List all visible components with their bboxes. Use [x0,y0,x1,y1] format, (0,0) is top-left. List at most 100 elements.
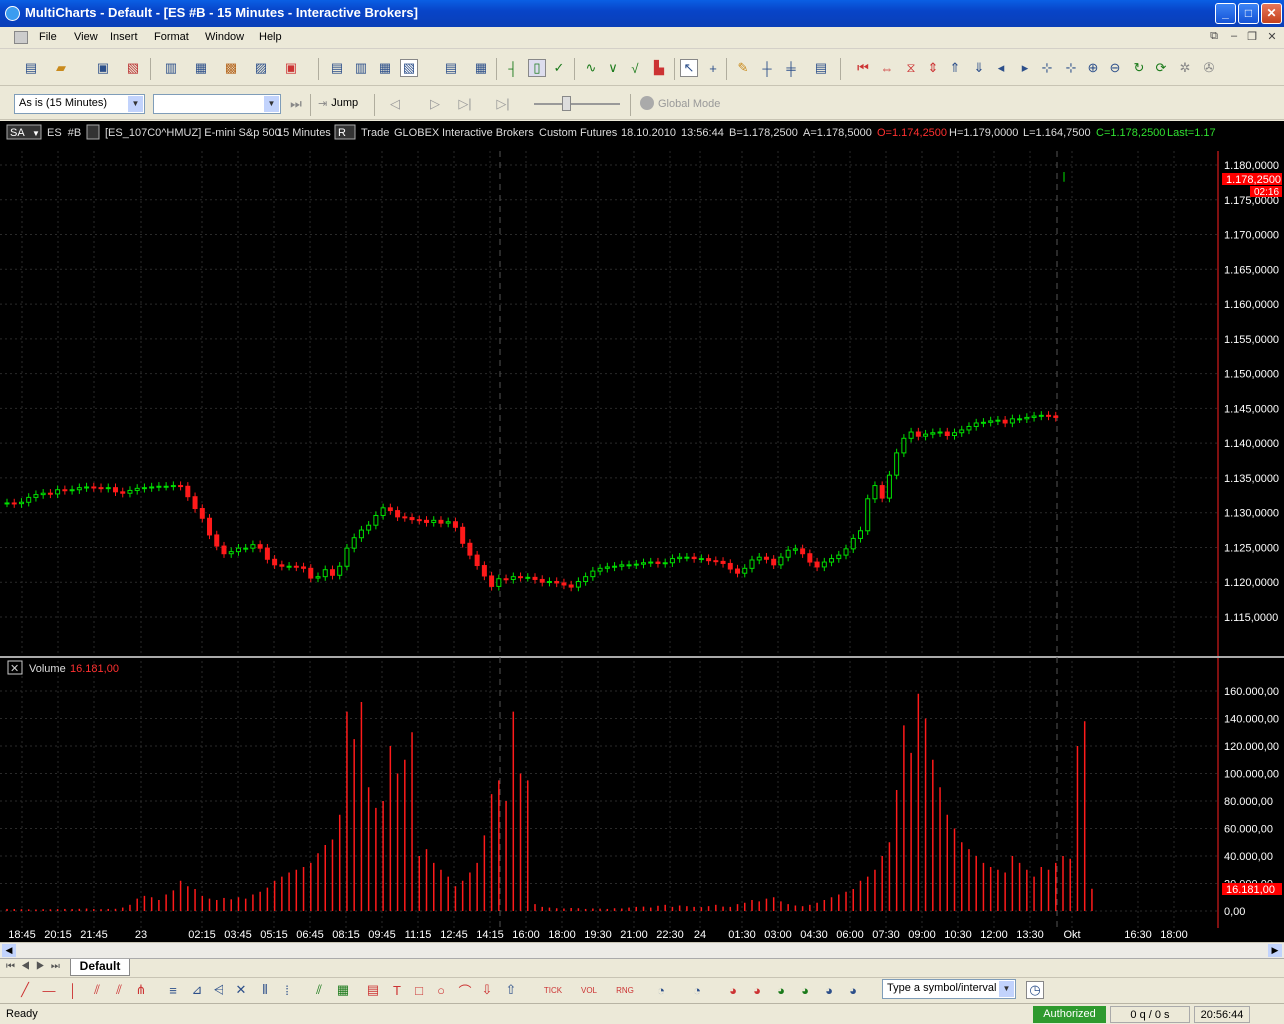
speed-line-icon[interactable]: ⩤ [210,981,228,999]
compress-icon[interactable]: ⊹ [1038,59,1056,77]
line-chart-icon[interactable]: ∿ [582,59,600,77]
horizontal-line-icon[interactable]: — [40,981,58,999]
tick-chart-icon[interactable]: TICK [544,981,562,999]
minimize-button[interactable]: _ [1215,3,1236,24]
fibonacci-icon[interactable]: ╪ [782,59,800,77]
time-zones-icon[interactable]: ⁞ [278,981,296,999]
step-forward-icon[interactable]: ▷| [456,95,474,113]
menu-insert[interactable]: Insert [110,31,138,43]
year-chart-icon[interactable]: ◕ [844,981,862,999]
hour-chart-icon[interactable]: ◕ [724,981,742,999]
jump-button[interactable]: ⇥ Jump [318,97,358,110]
maximize-doc-icon[interactable]: ❐ [1244,30,1260,45]
bar-chart-icon[interactable]: ┤ [504,59,522,77]
list-icon[interactable]: ▤ [812,59,830,77]
fib-fan-icon[interactable]: ⊿ [188,981,206,999]
trendline-icon[interactable]: ╱ [16,981,34,999]
kagi-icon[interactable]: √ [626,59,644,77]
text-icon[interactable]: T [388,981,406,999]
format-window-icon[interactable]: ▤ [328,59,346,77]
global-mode-label[interactable]: Global Mode [658,98,720,110]
scroll-up-icon[interactable]: ⇑ [946,59,964,77]
candle-chart-icon[interactable]: ▯ [528,59,546,77]
scroll-left-button[interactable]: ◀ [2,944,16,957]
zoom-out-icon[interactable]: ⊖ [1106,59,1124,77]
spread-icon[interactable]: ⊹ [1062,59,1080,77]
arrow-down-icon[interactable]: ⇩ [478,981,496,999]
minute-chart-icon[interactable]: ◔ [688,981,706,999]
scroll-right-icon[interactable]: ▸ [1016,59,1034,77]
comment-icon[interactable]: ✎ [734,59,752,77]
close-button[interactable]: ✕ [1261,3,1282,24]
pointer-icon[interactable]: ↖ [680,59,698,77]
volume-chart-icon[interactable]: VOL [580,981,598,999]
go-end-icon[interactable]: ⏭ [287,95,305,113]
chart-window[interactable]: 1.180,0000 1.175,0000 1.170,0000 1.165,0000… [0,121,1284,942]
global-mode-icon[interactable] [640,96,654,110]
month-chart-icon[interactable]: ◕ [796,981,814,999]
crosshair-icon[interactable]: + [704,59,722,77]
workspace-icon[interactable]: ▦ [472,59,490,77]
chart-window-icon[interactable]: ▥ [162,59,180,77]
order-entry-icon[interactable]: ▨ [252,59,270,77]
play-icon[interactable]: ▷ [426,95,444,113]
format-objects-icon[interactable]: ▤ [442,59,460,77]
tools-icon[interactable]: ✇ [1200,59,1218,77]
gann-icon[interactable]: ✕ [232,981,250,999]
vertical-line-tool-icon[interactable]: │ [64,981,82,999]
clock-icon[interactable]: ◷ [1026,981,1044,999]
fib-retracement-icon[interactable]: ≡ [164,981,182,999]
scroll-right-button[interactable]: ▶ [1268,944,1282,957]
chart-canvas[interactable]: 1.180,00001.175,00001.170,00001.165,0000… [0,121,1284,942]
close-workspace-icon[interactable]: ▧ [124,59,142,77]
point-figure-icon[interactable]: ∨ [604,59,622,77]
minimize-doc-icon[interactable]: – [1226,30,1242,45]
menu-help[interactable]: Help [259,31,282,43]
range-chart-icon[interactable]: RNG [616,981,634,999]
week-chart-icon[interactable]: ◕ [772,981,790,999]
speed-slider[interactable] [534,103,620,105]
symbol-select[interactable]: ▼ [153,94,281,114]
menu-format[interactable]: Format [154,31,189,43]
menu-window[interactable]: Window [205,31,244,43]
quarter-chart-icon[interactable]: ◕ [820,981,838,999]
menu-file[interactable]: File [39,31,57,43]
scale-icon[interactable]: ⇕ [924,59,942,77]
tab-default[interactable]: Default [70,959,130,976]
ellipse-icon[interactable]: ○ [432,981,450,999]
dom-icon[interactable]: ▩ [222,59,240,77]
grid-tool-icon[interactable]: ▦ [334,981,352,999]
expand-icon[interactable]: ⇔ [878,59,896,77]
close-doc-icon[interactable]: ✕ [1264,30,1280,45]
scanner-icon[interactable]: ▦ [192,59,210,77]
symbol-interval-input[interactable]: Type a symbol/interval ▼ [882,979,1016,999]
pitchfork-icon[interactable]: ⋔ [132,981,150,999]
tab-nav-arrows[interactable]: ⏮◀▶⏭ [6,961,66,972]
go-last-icon[interactable]: ▷| [494,95,512,113]
document-icon[interactable] [14,31,28,44]
arrow-up-icon[interactable]: ⇧ [502,981,520,999]
scroll-left-icon[interactable]: ◂ [992,59,1010,77]
restore-doc-icon[interactable]: ⧉ [1206,30,1222,45]
text-box-icon[interactable]: ▤ [364,981,382,999]
regression-icon[interactable]: ⫽ [310,981,328,999]
format-symbol-icon[interactable]: ▥ [352,59,370,77]
format-studies-icon[interactable]: ▦ [376,59,394,77]
reload-icon[interactable]: ⟳ [1152,59,1170,77]
hourglass-icon[interactable]: ⧖ [902,59,920,77]
trade-bar-icon[interactable]: ▣ [282,59,300,77]
scroll-down-icon[interactable]: ⇓ [970,59,988,77]
vertical-line-icon[interactable]: ┼ [758,59,776,77]
settings-icon[interactable]: ✲ [1176,59,1194,77]
new-icon[interactable]: ▤ [22,59,40,77]
zoom-in-icon[interactable]: ⊕ [1084,59,1102,77]
cycle-icon[interactable]: ⦀ [256,981,274,999]
resolution-select[interactable]: As is (15 Minutes) ▼ [14,94,145,114]
maximize-button[interactable]: □ [1238,3,1259,24]
menu-view[interactable]: View [74,31,98,43]
parallel-icon[interactable]: ⫽ [110,981,128,999]
second-chart-icon[interactable]: ◔ [652,981,670,999]
jump-start-icon[interactable]: ⏮ [854,59,872,77]
save-icon[interactable]: ▣ [94,59,112,77]
speed-slider-thumb[interactable] [562,96,571,111]
